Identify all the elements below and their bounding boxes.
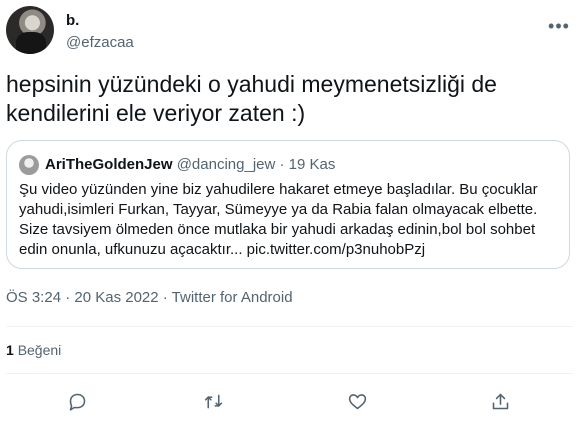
- quote-separator: ·: [275, 156, 289, 173]
- tweet-text: hepsinin yüzündeki o yahudi meymenetsizl…: [6, 71, 497, 126]
- quote-author-handle: @dancing_jew: [176, 156, 276, 173]
- tweet-source[interactable]: Twitter for Android: [172, 289, 293, 306]
- share-icon: [492, 393, 508, 409]
- heart-icon: [348, 393, 366, 409]
- reply-icon: [69, 393, 85, 411]
- tweet-timestamp[interactable]: ÖS 3:24 · 20 Kas 2022: [6, 289, 159, 306]
- divider: [6, 326, 573, 327]
- quoted-tweet[interactable]: AriTheGoldenJew @dancing_jew · 19 Kas Şu…: [6, 140, 570, 269]
- quote-author-name: AriTheGoldenJew: [45, 156, 173, 173]
- author-handle[interactable]: @efzacaa: [66, 34, 134, 51]
- tweet-header: b. @efzacaa •••: [6, 6, 573, 60]
- more-horizontal-icon[interactable]: •••: [545, 12, 573, 40]
- action-bar: [0, 380, 579, 420]
- divider: [6, 373, 573, 374]
- likes-label: Beğeni: [17, 342, 62, 358]
- quote-header: AriTheGoldenJew @dancing_jew · 19 Kas: [45, 156, 335, 173]
- quote-text: Şu video yüzünden yine biz yahudilere ha…: [19, 181, 538, 258]
- reply-button[interactable]: [64, 388, 90, 414]
- retweet-button[interactable]: [200, 388, 226, 414]
- meta-separator: ·: [158, 289, 172, 306]
- tweet-meta: ÖS 3:24 · 20 Kas 2022 · Twitter for Andr…: [6, 289, 293, 306]
- retweet-icon: [204, 394, 222, 408]
- quote-author-avatar: [19, 155, 39, 175]
- quote-date: 19 Kas: [288, 156, 336, 173]
- like-button[interactable]: [344, 388, 370, 414]
- author-name[interactable]: b.: [66, 12, 79, 29]
- likes-count: 1: [6, 342, 14, 358]
- share-button[interactable]: [487, 388, 513, 414]
- likes-stat[interactable]: 1 Beğeni: [6, 342, 61, 358]
- author-avatar[interactable]: [6, 6, 54, 54]
